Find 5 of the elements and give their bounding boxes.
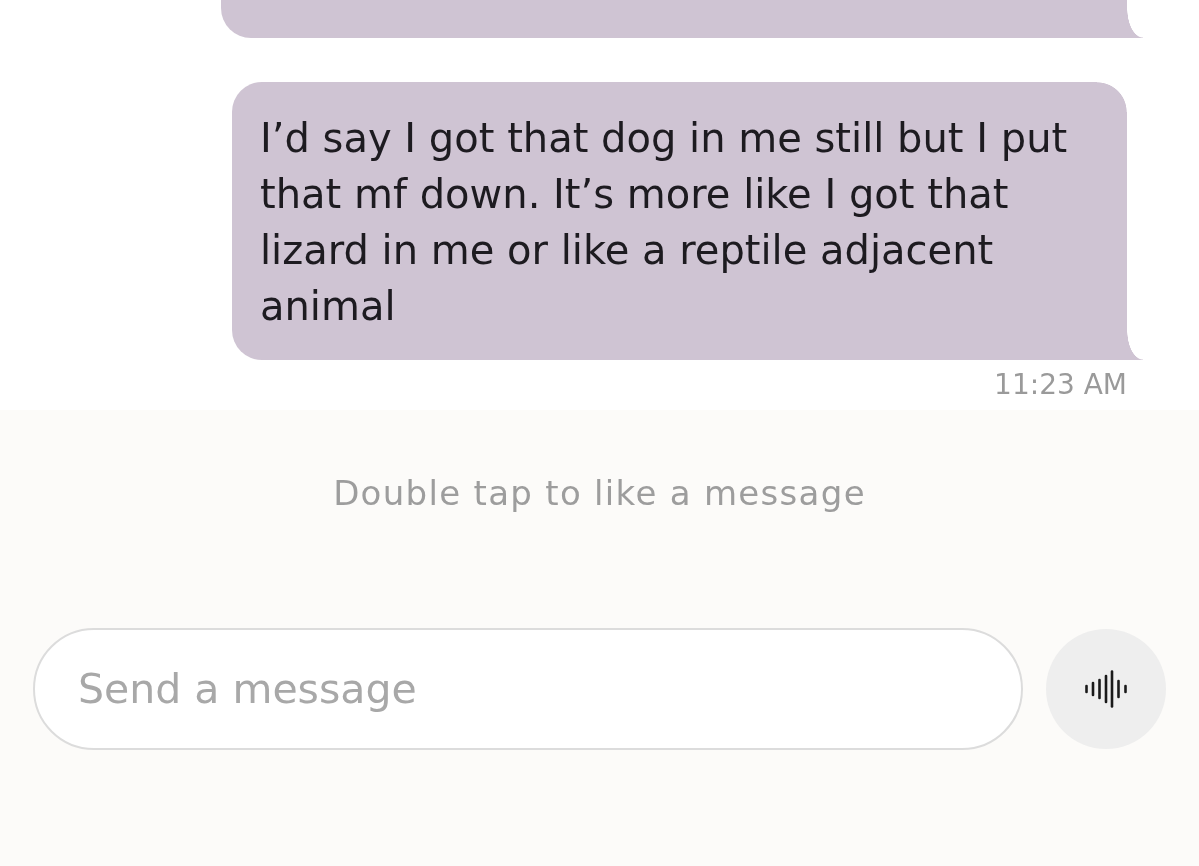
message-input[interactable]: Send a message (33, 628, 1023, 750)
message-time: 11:23 AM (994, 368, 1127, 402)
hint-text: Double tap to like a message (333, 474, 866, 512)
message-text: I’d say I got that dog in me still but I put that mf down. It’s more like I got that lizard in me or like a reptile adjacent animal (260, 114, 1069, 331)
waveform-icon (1085, 670, 1127, 708)
